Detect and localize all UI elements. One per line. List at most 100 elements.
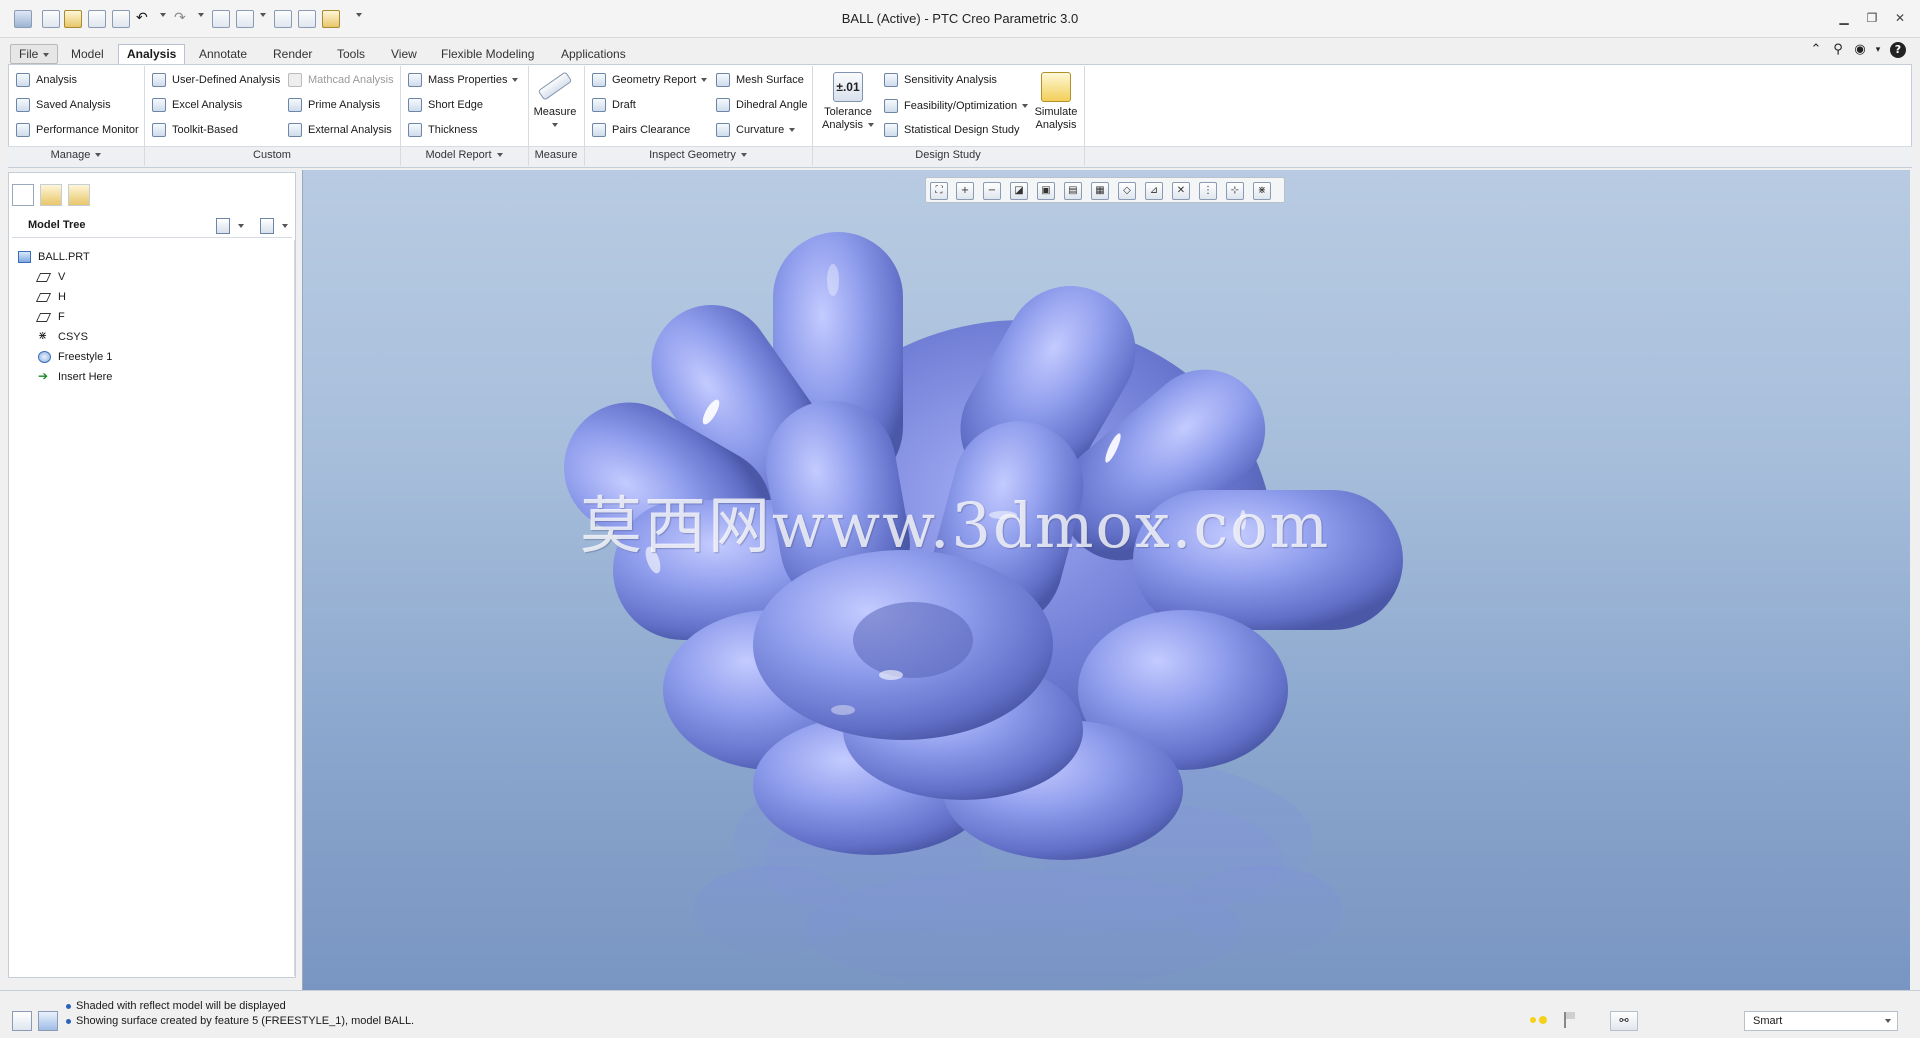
feasibility-optimization-button[interactable]: Feasibility/Optimization [884, 97, 1029, 115]
statistical-design-study-button[interactable]: Statistical Design Study [884, 121, 1020, 139]
mass-properties-button[interactable]: Mass Properties [408, 71, 519, 89]
ruler-icon [537, 71, 573, 101]
toolkit-based-button[interactable]: Toolkit-Based [152, 121, 238, 139]
analysis-icon [16, 73, 30, 87]
selection-filter-select[interactable]: Smart [1744, 1011, 1898, 1031]
show-navigator-icon[interactable] [12, 1011, 32, 1031]
simulate-analysis-button[interactable]: Simulate Analysis [1030, 72, 1082, 132]
tree-show-icon[interactable] [260, 218, 274, 234]
refit-icon[interactable]: ⛶ [930, 182, 948, 200]
flag-icon[interactable] [1564, 1012, 1576, 1028]
folder-browser-tab-icon[interactable] [40, 184, 62, 206]
freestyle-ball-model[interactable] [303, 170, 1910, 990]
freestyle-icon [38, 351, 51, 363]
part-icon [18, 251, 31, 263]
help-icon[interactable]: ? [1890, 42, 1906, 58]
saved-views-icon[interactable]: ▤ [1064, 182, 1082, 200]
mathcad-analysis-button[interactable]: Mathcad Analysis [288, 71, 394, 89]
tolerance-analysis-button[interactable]: ±.01 Tolerance Analysis [818, 72, 878, 132]
window-title: BALL (Active) - PTC Creo Parametric 3.0 [841, 11, 1079, 26]
group-separator [1084, 66, 1085, 166]
find-icon[interactable]: ⚯ [1610, 1011, 1638, 1031]
perspective-icon[interactable]: ◇ [1118, 182, 1136, 200]
regeneration-status-icon[interactable] [1530, 1016, 1554, 1024]
tree-item-datum-v[interactable]: V [35, 268, 65, 286]
community-icon[interactable]: ◉ [1852, 42, 1868, 58]
watermark: 莫西网www.3dmox.com [580, 489, 1331, 562]
tree-settings-dropdown-icon[interactable] [238, 224, 244, 228]
restore-icon[interactable]: ❐ [1862, 10, 1882, 26]
minimize-icon[interactable]: ▁ [1834, 10, 1854, 26]
group-label-manage[interactable]: Manage [8, 149, 144, 161]
tree-settings-icon[interactable] [216, 218, 230, 234]
plane-display-icon[interactable]: ✕ [1172, 182, 1190, 200]
group-label-measure: Measure [534, 149, 578, 161]
datum-plane-icon [35, 293, 52, 302]
tab-model[interactable]: Model [62, 44, 113, 64]
thickness-button[interactable]: Thickness [408, 121, 478, 139]
tree-item-ball-prt[interactable]: BALL.PRT [18, 248, 90, 266]
external-analysis-button[interactable]: External Analysis [288, 121, 392, 139]
draft-icon [592, 98, 606, 112]
show-browser-icon[interactable] [38, 1011, 58, 1031]
mesh-surface-button[interactable]: Mesh Surface [716, 71, 804, 89]
short-edge-button[interactable]: Short Edge [408, 96, 483, 114]
group-label-model-report[interactable]: Model Report [400, 149, 528, 161]
model-tree-tab-icon[interactable] [12, 184, 34, 206]
minimize-ribbon-icon[interactable]: ⌃ [1808, 42, 1824, 58]
display-style-icon[interactable]: ▣ [1037, 182, 1055, 200]
geometry-report-button[interactable]: Geometry Report [592, 71, 708, 89]
tab-analysis[interactable]: Analysis [118, 44, 186, 65]
prime-analysis-button[interactable]: Prime Analysis [288, 96, 380, 114]
saved-analysis-icon [16, 98, 30, 112]
datum-display-icon[interactable]: ⊿ [1145, 182, 1163, 200]
sensitivity-analysis-icon [884, 73, 898, 87]
close-icon[interactable]: ✕ [1890, 10, 1910, 26]
view-manager-icon[interactable]: ▦ [1091, 182, 1109, 200]
csys-display-icon[interactable]: ⋇ [1253, 182, 1271, 200]
tab-view[interactable]: View [382, 44, 426, 64]
graphics-toolbar: ⛶ + − ◪ ▣ ▤ ▦ ◇ ⊿ ✕ ⋮ ⊹ ⋇ [925, 177, 1285, 203]
pairs-clearance-button[interactable]: Pairs Clearance [592, 121, 690, 139]
tree-item-datum-f[interactable]: F [35, 308, 65, 326]
draft-button[interactable]: Draft [592, 96, 636, 114]
community-dropdown-icon[interactable]: ▾ [1870, 42, 1886, 58]
zoom-out-icon[interactable]: − [983, 182, 1001, 200]
performance-monitor-button[interactable]: Performance Monitor [16, 121, 139, 139]
tree-item-insert-here[interactable]: ➔ Insert Here [38, 368, 112, 386]
tree-show-dropdown-icon[interactable] [282, 224, 288, 228]
tab-applications[interactable]: Applications [552, 44, 635, 64]
graphics-window[interactable] [302, 170, 1910, 990]
zoom-in-icon[interactable]: + [956, 182, 974, 200]
group-label-inspect-geometry[interactable]: Inspect Geometry [584, 149, 812, 161]
geometry-report-icon [592, 73, 606, 87]
tab-annotate[interactable]: Annotate [190, 44, 256, 64]
tab-render[interactable]: Render [264, 44, 321, 64]
axis-display-icon[interactable]: ⋮ [1199, 182, 1217, 200]
user-defined-analysis-button[interactable]: User-Defined Analysis [152, 71, 280, 89]
measure-button[interactable]: Measure [532, 70, 578, 132]
group-label-design-study: Design Study [915, 149, 981, 161]
group-label-custom: Custom [253, 149, 291, 161]
analysis-button[interactable]: Analysis [16, 71, 77, 89]
curvature-button[interactable]: Curvature [716, 121, 796, 139]
short-edge-icon [408, 98, 422, 112]
favorites-tab-icon[interactable] [68, 184, 90, 206]
tab-flexible-modeling[interactable]: Flexible Modeling [432, 44, 543, 64]
point-display-icon[interactable]: ⊹ [1226, 182, 1244, 200]
excel-analysis-button[interactable]: Excel Analysis [152, 96, 242, 114]
tree-item-datum-h[interactable]: H [35, 288, 66, 306]
tree-item-freestyle-1[interactable]: Freestyle 1 [38, 348, 112, 366]
tab-file[interactable]: File [10, 44, 59, 64]
mass-properties-icon [408, 73, 422, 87]
tree-scrollbar[interactable] [294, 240, 295, 976]
tree-item-csys[interactable]: ⋇ CSYS [38, 328, 88, 346]
search-icon[interactable]: ⚲ [1830, 42, 1846, 58]
saved-analysis-button[interactable]: Saved Analysis [16, 96, 111, 114]
dihedral-angle-button[interactable]: Dihedral Angle [716, 96, 808, 114]
csys-icon: ⋇ [38, 329, 48, 342]
repaint-icon[interactable]: ◪ [1010, 182, 1028, 200]
sensitivity-analysis-button[interactable]: Sensitivity Analysis [884, 71, 997, 89]
toolkit-based-icon [152, 123, 166, 137]
tab-tools[interactable]: Tools [328, 44, 374, 64]
